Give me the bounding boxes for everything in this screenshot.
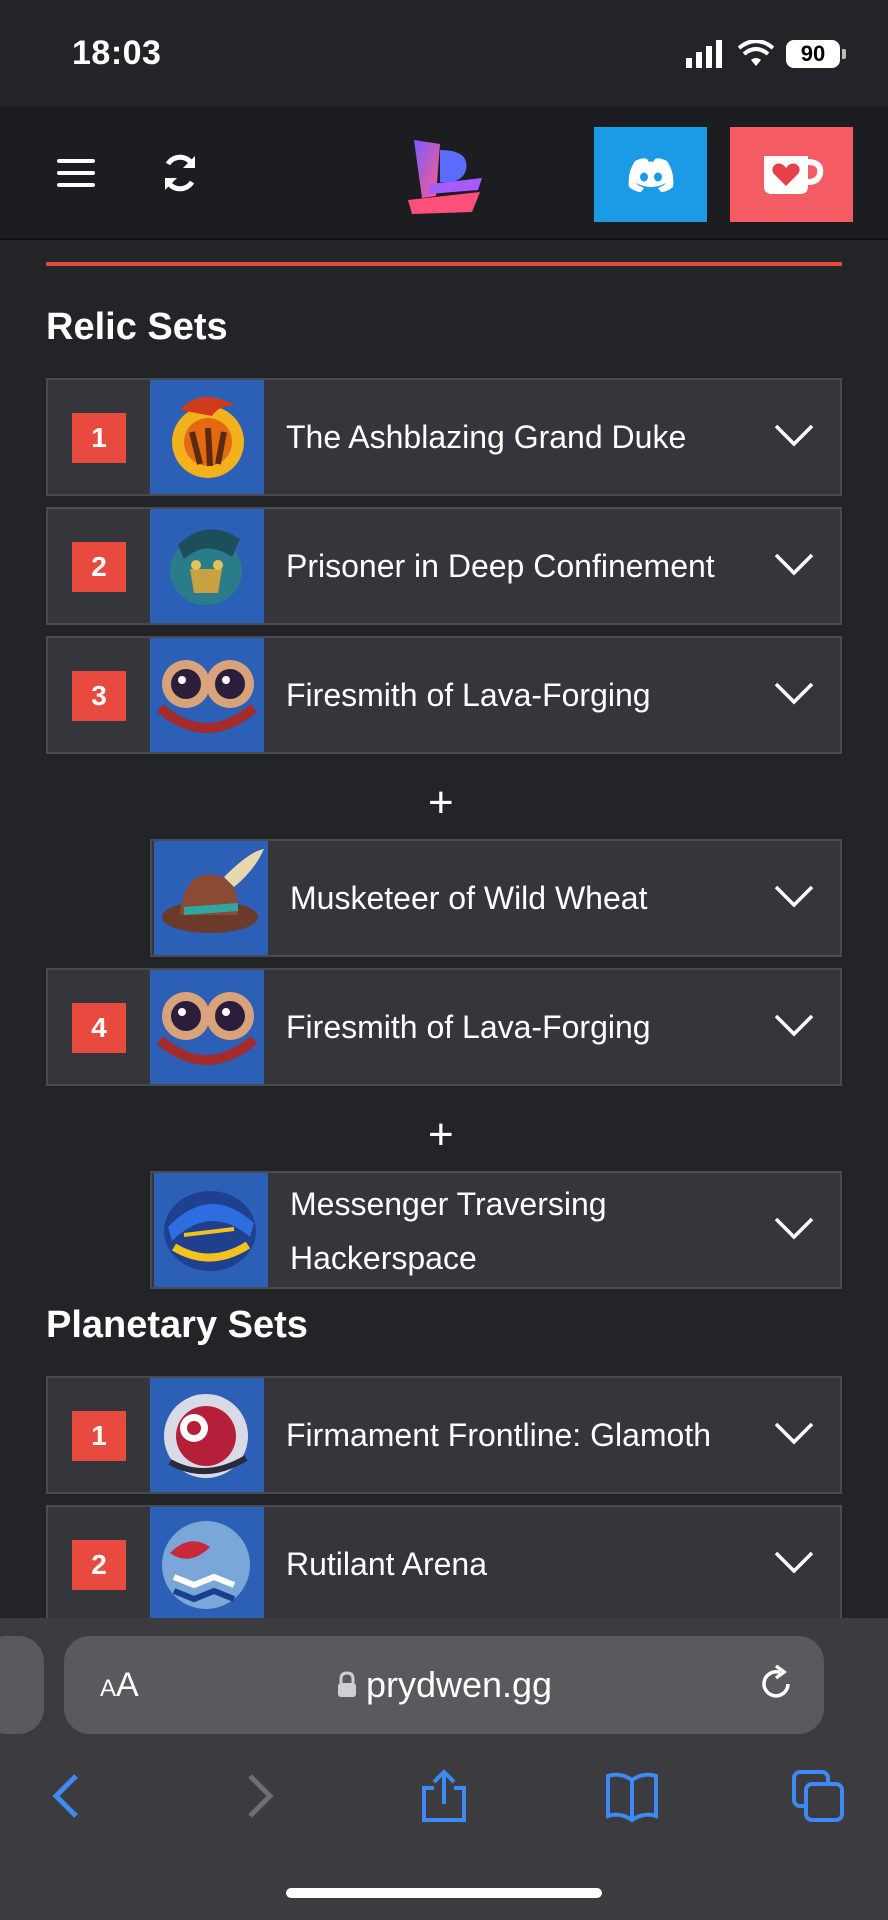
back-icon[interactable] [40, 1768, 96, 1824]
relic-musketeer-image [154, 841, 268, 955]
kofi-button[interactable] [730, 127, 853, 222]
address-bar[interactable]: AA prydwen.gg [64, 1636, 824, 1734]
plus-separator: + [428, 1110, 454, 1159]
forward-icon[interactable] [230, 1768, 286, 1824]
relic-name: Messenger Traversing Hackerspace [290, 1186, 607, 1276]
chevron-down-icon[interactable] [774, 1010, 814, 1040]
status-bar: 18:03 90 [0, 0, 888, 106]
url-display[interactable]: prydwen.gg [64, 1664, 824, 1706]
relic-ashblazing-image [150, 380, 264, 494]
planetary-name: Rutilant Arena [286, 1546, 488, 1582]
rank-badge: 4 [72, 1003, 126, 1053]
discord-button[interactable] [594, 127, 707, 222]
status-time: 18:03 [72, 34, 162, 72]
refresh-icon [164, 154, 196, 192]
planetary-row-1[interactable]: 1 Firmament Frontline: Glamoth [46, 1376, 842, 1494]
lock-icon [337, 1671, 356, 1697]
planetary-sets-title: Planetary Sets [46, 1304, 308, 1346]
bookmarks-icon[interactable] [604, 1768, 660, 1824]
top-navigation [0, 106, 888, 240]
reload-icon[interactable] [756, 1664, 796, 1704]
signal-icon [686, 40, 722, 68]
chevron-down-icon[interactable] [774, 678, 814, 708]
rank-badge: 1 [72, 413, 126, 463]
chevron-down-icon[interactable] [774, 881, 814, 911]
relic-name: Musketeer of Wild Wheat [290, 880, 648, 916]
chevron-down-icon[interactable] [774, 549, 814, 579]
relic-sets-title: Relic Sets [46, 306, 228, 348]
planetary-glamoth-image [150, 1378, 264, 1492]
chevron-down-icon[interactable] [774, 1213, 814, 1243]
relic-row-2[interactable]: 2 Prisoner in Deep Confinement [46, 507, 842, 625]
prydwen-logo[interactable] [400, 136, 488, 216]
section-divider [46, 262, 842, 266]
relic-name: Firesmith of Lava-Forging [286, 677, 651, 713]
relic-name: Firesmith of Lava-Forging [286, 1009, 651, 1045]
tabs-icon[interactable] [790, 1768, 846, 1824]
refresh-button[interactable] [150, 146, 210, 200]
home-indicator[interactable] [286, 1888, 602, 1898]
chevron-down-icon[interactable] [774, 420, 814, 450]
relic-firesmith-image [150, 970, 264, 1084]
relic-row-3-secondary[interactable]: Musketeer of Wild Wheat [150, 839, 842, 957]
chevron-down-icon[interactable] [774, 1418, 814, 1448]
previous-tab-preview[interactable] [0, 1636, 44, 1734]
wifi-icon [738, 40, 774, 66]
plus-separator: + [428, 778, 454, 827]
rank-badge: 3 [72, 671, 126, 721]
planetary-name: Firmament Frontline: Glamoth [286, 1417, 712, 1453]
planetary-row-2[interactable]: 2 Rutilant Arena [46, 1505, 842, 1623]
relic-prisoner-image [150, 509, 264, 623]
relic-row-3[interactable]: 3 Firesmith of Lava-Forging [46, 636, 842, 754]
relic-row-4-secondary[interactable]: Messenger Traversing Hackerspace [150, 1171, 842, 1289]
relic-messenger-image [154, 1173, 268, 1287]
status-icons: 90 [686, 40, 846, 68]
menu-button[interactable] [46, 146, 106, 200]
hamburger-icon [57, 159, 95, 187]
rank-badge: 2 [72, 1540, 126, 1590]
relic-name: The Ashblazing Grand Duke [286, 419, 687, 455]
relic-row-1[interactable]: 1 The Ashblazing Grand Duke [46, 378, 842, 496]
rank-badge: 1 [72, 1411, 126, 1461]
relic-row-4[interactable]: 4 Firesmith of Lava-Forging [46, 968, 842, 1086]
battery-indicator: 90 [786, 40, 846, 68]
planetary-rutilant-image [150, 1507, 264, 1621]
relic-firesmith-image [150, 638, 264, 752]
rank-badge: 2 [72, 542, 126, 592]
coffee-heart-icon [763, 155, 823, 194]
share-icon[interactable] [416, 1768, 472, 1824]
relic-name: Prisoner in Deep Confinement [286, 548, 715, 584]
chevron-down-icon[interactable] [774, 1547, 814, 1577]
discord-icon [628, 157, 673, 192]
